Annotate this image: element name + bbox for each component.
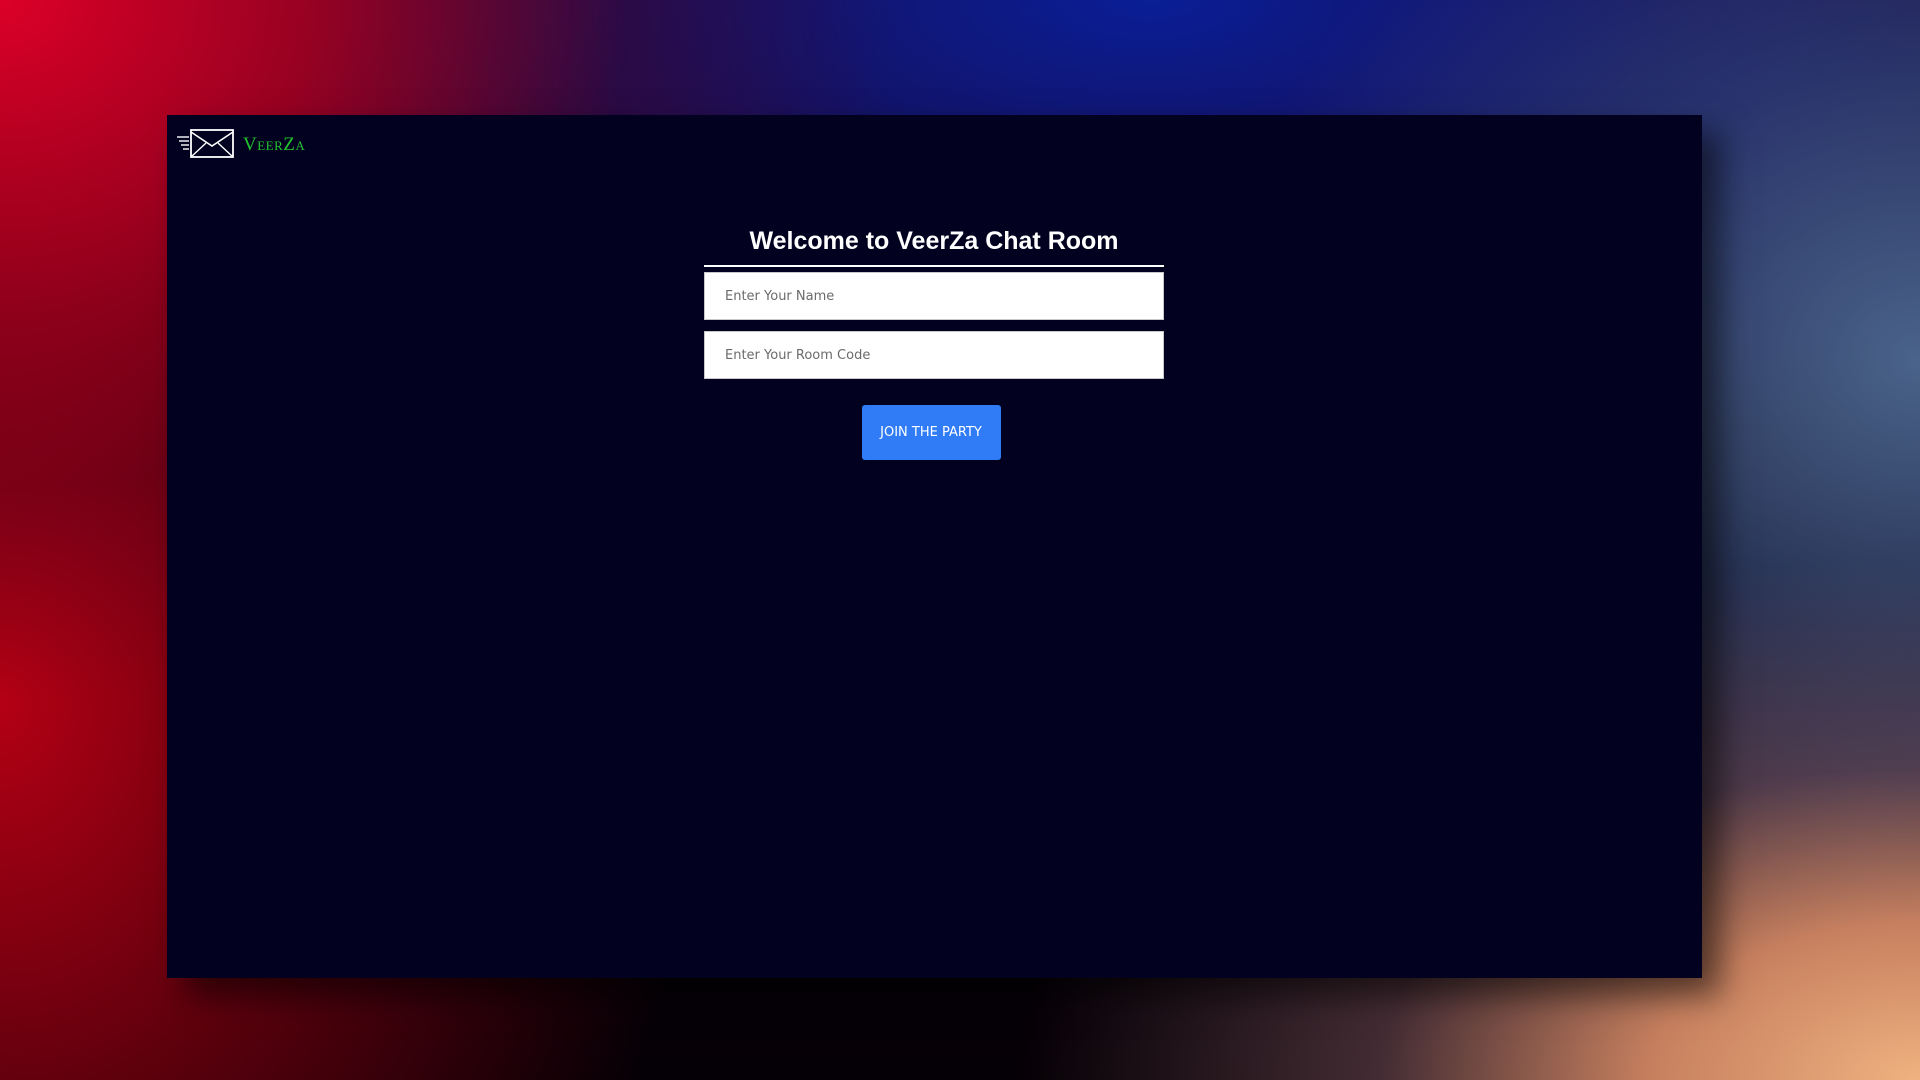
name-input[interactable] <box>704 272 1164 320</box>
brand-name: VeerZa <box>243 133 306 155</box>
brand-logo[interactable]: VeerZa <box>177 128 305 160</box>
envelope-icon <box>177 128 235 160</box>
page-title: Welcome to VeerZa Chat Room <box>704 227 1164 267</box>
join-form: Welcome to VeerZa Chat Room JOIN THE PAR… <box>704 227 1164 460</box>
room-code-input[interactable] <box>704 331 1164 379</box>
join-button[interactable]: JOIN THE PARTY <box>861 405 1001 460</box>
app-window: VeerZa Welcome to VeerZa Chat Room JOIN … <box>167 115 1702 978</box>
